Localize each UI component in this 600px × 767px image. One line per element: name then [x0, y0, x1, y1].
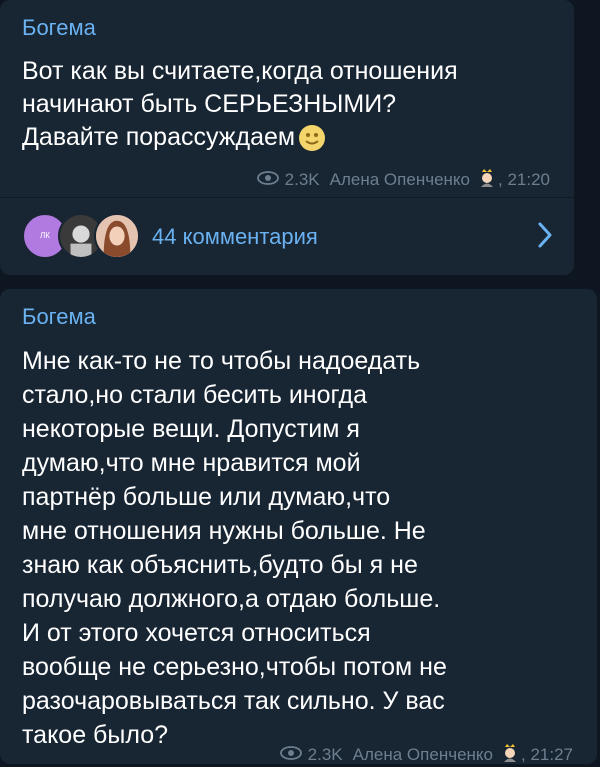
message-line: разочаровываться так сильно. У вас: [22, 687, 445, 715]
channel-post[interactable]: Богема Вот как вы считаете,когда отношен…: [0, 0, 574, 275]
eye-icon: [256, 170, 279, 190]
message-text: Вот как вы считаете,когда отношения начи…: [22, 55, 458, 154]
avatar: [94, 212, 140, 259]
message-meta: 2.3K Алена Опенченко , 21:27: [279, 742, 573, 767]
message-line: Давайте порассуждаем: [22, 123, 296, 151]
princess-emoji-icon: [501, 742, 519, 767]
author-signature: Алена Опенченко: [352, 744, 493, 764]
message-line: вообще не серьезно,чтобы потом не: [22, 653, 447, 681]
message-meta: 2.3K Алена Опенченко , 21:20: [256, 167, 550, 192]
message-line: получаю должного,а отдаю больше.: [22, 585, 441, 613]
message-line-with-emoji: Давайте порассуждаем: [22, 121, 458, 154]
message-line: начинают быть СЕРЬЕЗНЫМИ?: [22, 90, 397, 118]
message-time: 21:20: [507, 169, 550, 189]
princess-emoji-icon: [478, 167, 496, 192]
eye-icon: [279, 745, 302, 765]
message-line: Вот как вы считаете,когда отношения: [22, 57, 458, 85]
view-count: 2.3K: [307, 744, 343, 764]
message-line: стало,но стали бесить иногда: [22, 381, 368, 409]
chevron-right-icon: [538, 222, 552, 253]
message-line: партнёр больше или думаю,что: [22, 483, 391, 511]
message-line: Мне как-то не то чтобы надоедать: [22, 347, 421, 375]
message-line: мне отношения нужны больше. Не: [22, 517, 426, 545]
channel-name[interactable]: Богема: [22, 304, 96, 330]
smiley-moon-emoji-icon: [297, 123, 327, 153]
comments-button[interactable]: ЛК 44 комментария: [0, 198, 574, 275]
message-line: думаю,что мне нравится мой: [22, 449, 361, 477]
comments-count-label: 44 комментария: [152, 223, 318, 249]
message-text: Мне как-то не то чтобы надоедать стало,н…: [22, 344, 447, 752]
commenter-avatars: ЛК: [22, 212, 152, 261]
author-signature: Алена Опенченко: [329, 169, 470, 189]
channel-name[interactable]: Богема: [22, 15, 96, 41]
message-line: знаю как объяснить,будто бы я не: [22, 551, 418, 579]
message-time: 21:27: [530, 744, 573, 764]
channel-post[interactable]: Богема Мне как-то не то чтобы надоедать …: [0, 289, 597, 764]
view-count: 2.3K: [284, 169, 320, 189]
message-line: некоторые вещи. Допустим я: [22, 415, 360, 443]
message-line: И от этого хочется относиться: [22, 619, 371, 647]
